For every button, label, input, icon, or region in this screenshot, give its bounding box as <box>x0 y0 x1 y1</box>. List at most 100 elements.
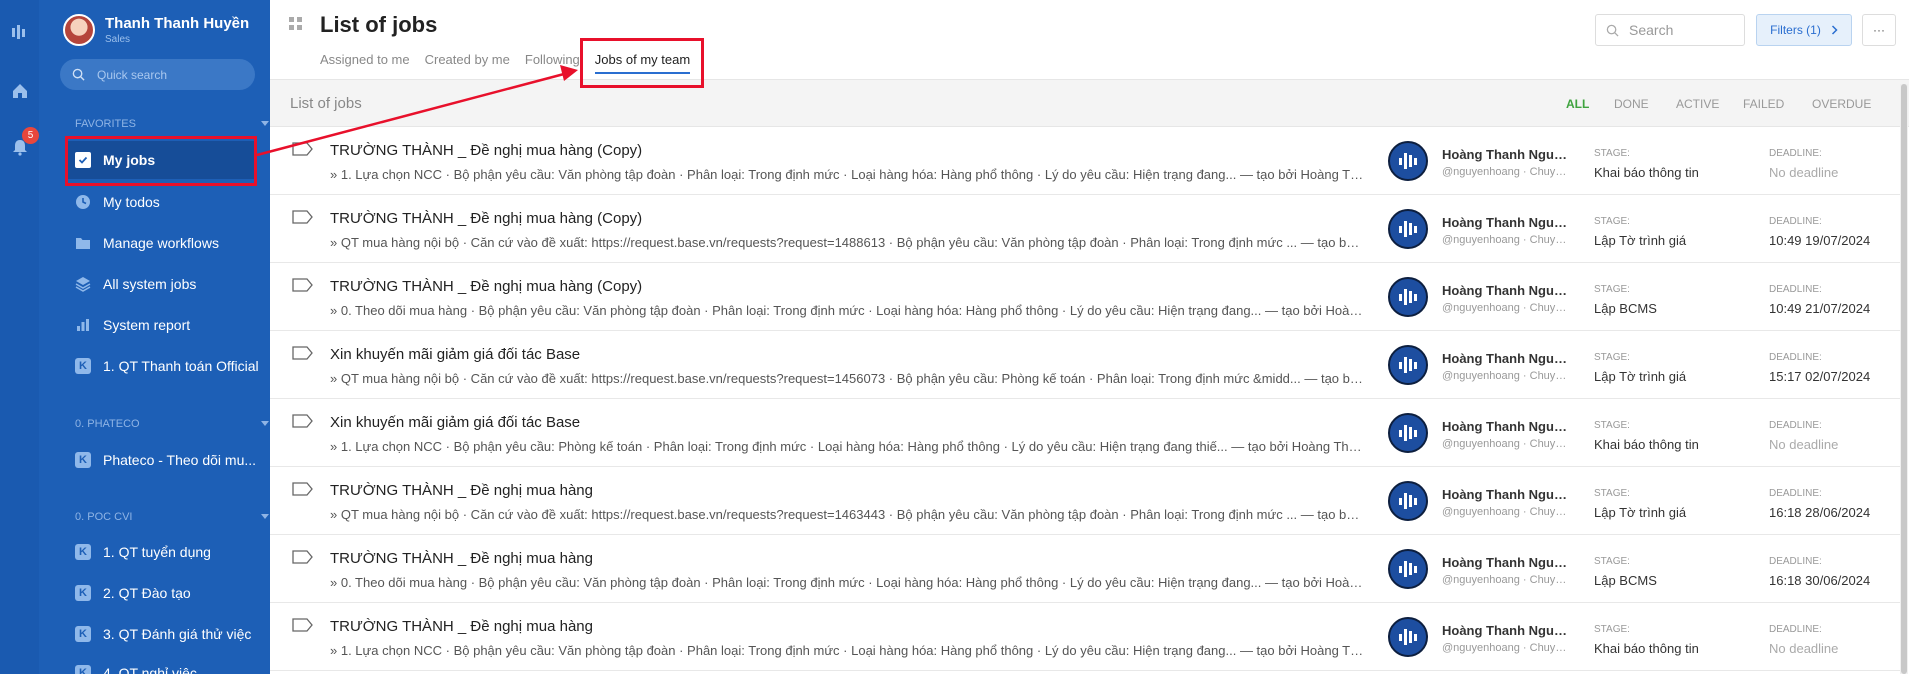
k-app-icon: K <box>75 358 91 374</box>
flag-icon[interactable] <box>292 210 314 227</box>
job-description: » 1. Lựa chọn NCC · Bộ phận yêu cầu: Phò… <box>330 439 1365 454</box>
section-favorites[interactable]: FAVORITES <box>75 118 269 130</box>
table-row[interactable]: TRƯỜNG THÀNH _ Đề nghị mua hàng (Copy) »… <box>270 195 1900 263</box>
stage-label: STAGE: <box>1594 556 1630 567</box>
chevron-right-icon <box>1831 25 1838 35</box>
stage-value: Khai báo thông tin <box>1594 165 1699 180</box>
quick-search-input[interactable]: Quick search <box>60 59 255 90</box>
job-title[interactable]: TRƯỜNG THÀNH _ Đề nghị mua hàng (Copy) <box>330 210 642 227</box>
job-title[interactable]: Xin khuyến mãi giảm giá đối tác Base <box>330 414 580 431</box>
job-title[interactable]: TRƯỜNG THÀNH _ Đề nghị mua hàng (Copy) <box>330 142 642 159</box>
k-app-icon: K <box>75 544 91 560</box>
stage-label: STAGE: <box>1594 352 1630 363</box>
stage-value: Lập Tờ trình giá <box>1594 505 1687 520</box>
filter-failed[interactable]: FAILED <box>1743 97 1784 111</box>
section-label: FAVORITES <box>75 118 136 130</box>
assignee-name[interactable]: Hoàng Thanh Nguyên <box>1442 283 1570 298</box>
filter-active[interactable]: ACTIVE <box>1676 97 1719 111</box>
assignee-name[interactable]: Hoàng Thanh Nguyên <box>1442 487 1570 502</box>
table-row[interactable]: Xin khuyến mãi giảm giá đối tác Base » 1… <box>270 399 1900 467</box>
flag-icon[interactable] <box>292 346 314 363</box>
section-poc-cvi[interactable]: 0. POC CVI <box>75 511 269 523</box>
k-app-icon: K <box>75 626 91 642</box>
section-phateco[interactable]: 0. PHATECO <box>75 418 269 430</box>
deadline-value: 15:17 02/07/2024 <box>1769 369 1871 384</box>
assignee-handle: @nguyenhoang · Chuyên viên <box>1442 234 1570 246</box>
tab-assigned-to-me[interactable]: Assigned to me <box>320 52 410 74</box>
stage-value: Khai báo thông tin <box>1594 641 1699 656</box>
job-title[interactable]: TRƯỜNG THÀNH _ Đề nghị mua hàng <box>330 482 593 499</box>
job-description: » QT mua hàng nội bộ · Căn cứ vào đề xuấ… <box>330 235 1365 250</box>
deadline-label: DEADLINE: <box>1769 624 1822 635</box>
grid-icon[interactable] <box>289 17 302 33</box>
more-options-button[interactable]: ··· <box>1862 14 1896 46</box>
highlight-box-my-jobs <box>65 136 257 186</box>
sidebar-item-label: All system jobs <box>103 276 197 292</box>
stage-label: STAGE: <box>1594 420 1630 431</box>
assignee-avatar <box>1388 413 1428 453</box>
base-logo-icon[interactable] <box>0 17 39 47</box>
search-input[interactable]: Search <box>1595 14 1745 46</box>
table-row[interactable]: TRƯỜNG THÀNH _ Đề nghị mua hàng (Copy) »… <box>270 127 1900 195</box>
tab-created-by-me[interactable]: Created by me <box>425 52 510 74</box>
flag-icon[interactable] <box>292 414 314 431</box>
caret-down-icon <box>261 121 269 126</box>
sidebar-item-qt-dao-tao[interactable]: K 2. QT Đào tạo <box>75 582 191 604</box>
sidebar-item-all-system-jobs[interactable]: All system jobs <box>75 273 196 295</box>
filter-done[interactable]: DONE <box>1614 97 1649 111</box>
sidebar-item-system-report[interactable]: System report <box>75 314 190 336</box>
deadline-label: DEADLINE: <box>1769 284 1822 295</box>
assignee-name[interactable]: Hoàng Thanh Nguyên <box>1442 215 1570 230</box>
scrollbar-thumb[interactable] <box>1901 84 1907 674</box>
job-title[interactable]: TRƯỜNG THÀNH _ Đề nghị mua hàng (Copy) <box>330 278 642 295</box>
sidebar-item-phateco[interactable]: K Phateco - Theo dõi mu... <box>75 449 256 471</box>
filter-overdue[interactable]: OVERDUE <box>1812 97 1871 111</box>
assignee-name[interactable]: Hoàng Thanh Nguyên <box>1442 351 1570 366</box>
table-row[interactable]: Xin khuyến mãi giảm giá đối tác Base » Q… <box>270 331 1900 399</box>
assignee-name[interactable]: Hoàng Thanh Nguyên <box>1442 555 1570 570</box>
table-row[interactable]: TRƯỜNG THÀNH _ Đề nghị mua hàng » 0. The… <box>270 535 1900 603</box>
sidebar-item-qt-thanh-toan[interactable]: K 1. QT Thanh toán Official <box>75 355 259 377</box>
scrollbar[interactable] <box>1900 84 1908 674</box>
sidebar-item-qt-nghi-viec[interactable]: K 4. QT nghỉ việc <box>75 662 197 674</box>
assignee-name[interactable]: Hoàng Thanh Nguyên <box>1442 623 1570 638</box>
table-row[interactable]: TRƯỜNG THÀNH _ Đề nghị mua hàng » 1. Lựa… <box>270 603 1900 671</box>
assignee-avatar <box>1388 617 1428 657</box>
deadline-value: 10:49 19/07/2024 <box>1769 233 1871 248</box>
k-app-icon: K <box>75 585 91 601</box>
filter-all[interactable]: ALL <box>1566 97 1589 111</box>
stage-value: Lập Tờ trình giá <box>1594 369 1687 384</box>
clock-icon <box>75 194 91 210</box>
user-role: Sales <box>105 34 131 45</box>
job-title[interactable]: TRƯỜNG THÀNH _ Đề nghị mua hàng <box>330 550 593 567</box>
flag-icon[interactable] <box>292 278 314 295</box>
bar-chart-icon <box>75 317 91 333</box>
sidebar-item-qt-tuyen-dung[interactable]: K 1. QT tuyển dụng <box>75 541 211 563</box>
list-title: List of jobs <box>290 95 362 112</box>
table-row[interactable]: TRƯỜNG THÀNH _ Đề nghị mua hàng » QT mua… <box>270 467 1900 535</box>
assignee-avatar <box>1388 481 1428 521</box>
sidebar-item-qt-danh-gia[interactable]: K 3. QT Đánh giá thử việc <box>75 623 251 645</box>
user-profile[interactable]: Thanh Thanh Huyền Sales <box>63 14 249 46</box>
avatar <box>63 14 95 46</box>
job-title[interactable]: Xin khuyến mãi giảm giá đối tác Base <box>330 346 580 363</box>
flag-icon[interactable] <box>292 618 314 635</box>
job-title[interactable]: TRƯỜNG THÀNH _ Đề nghị mua hàng <box>330 618 593 635</box>
home-icon[interactable] <box>0 76 39 106</box>
flag-icon[interactable] <box>292 550 314 567</box>
section-label: 0. POC CVI <box>75 511 133 523</box>
job-description: » QT mua hàng nội bộ · Căn cứ vào đề xuấ… <box>330 371 1365 386</box>
caret-down-icon <box>261 421 269 426</box>
tab-following[interactable]: Following <box>525 52 580 74</box>
sidebar-item-label: 4. QT nghỉ việc <box>103 665 197 674</box>
folder-icon <box>75 235 91 251</box>
sidebar-item-manage-workflows[interactable]: Manage workflows <box>75 232 219 254</box>
flag-icon[interactable] <box>292 142 314 159</box>
flag-icon[interactable] <box>292 482 314 499</box>
assignee-name[interactable]: Hoàng Thanh Nguyên <box>1442 147 1570 162</box>
filters-button[interactable]: Filters (1) <box>1756 14 1852 46</box>
assignee-name[interactable]: Hoàng Thanh Nguyên <box>1442 419 1570 434</box>
sidebar-item-my-todos[interactable]: My todos <box>75 191 160 213</box>
table-row[interactable]: TRƯỜNG THÀNH _ Đề nghị mua hàng (Copy) »… <box>270 263 1900 331</box>
assignee-avatar <box>1388 141 1428 181</box>
